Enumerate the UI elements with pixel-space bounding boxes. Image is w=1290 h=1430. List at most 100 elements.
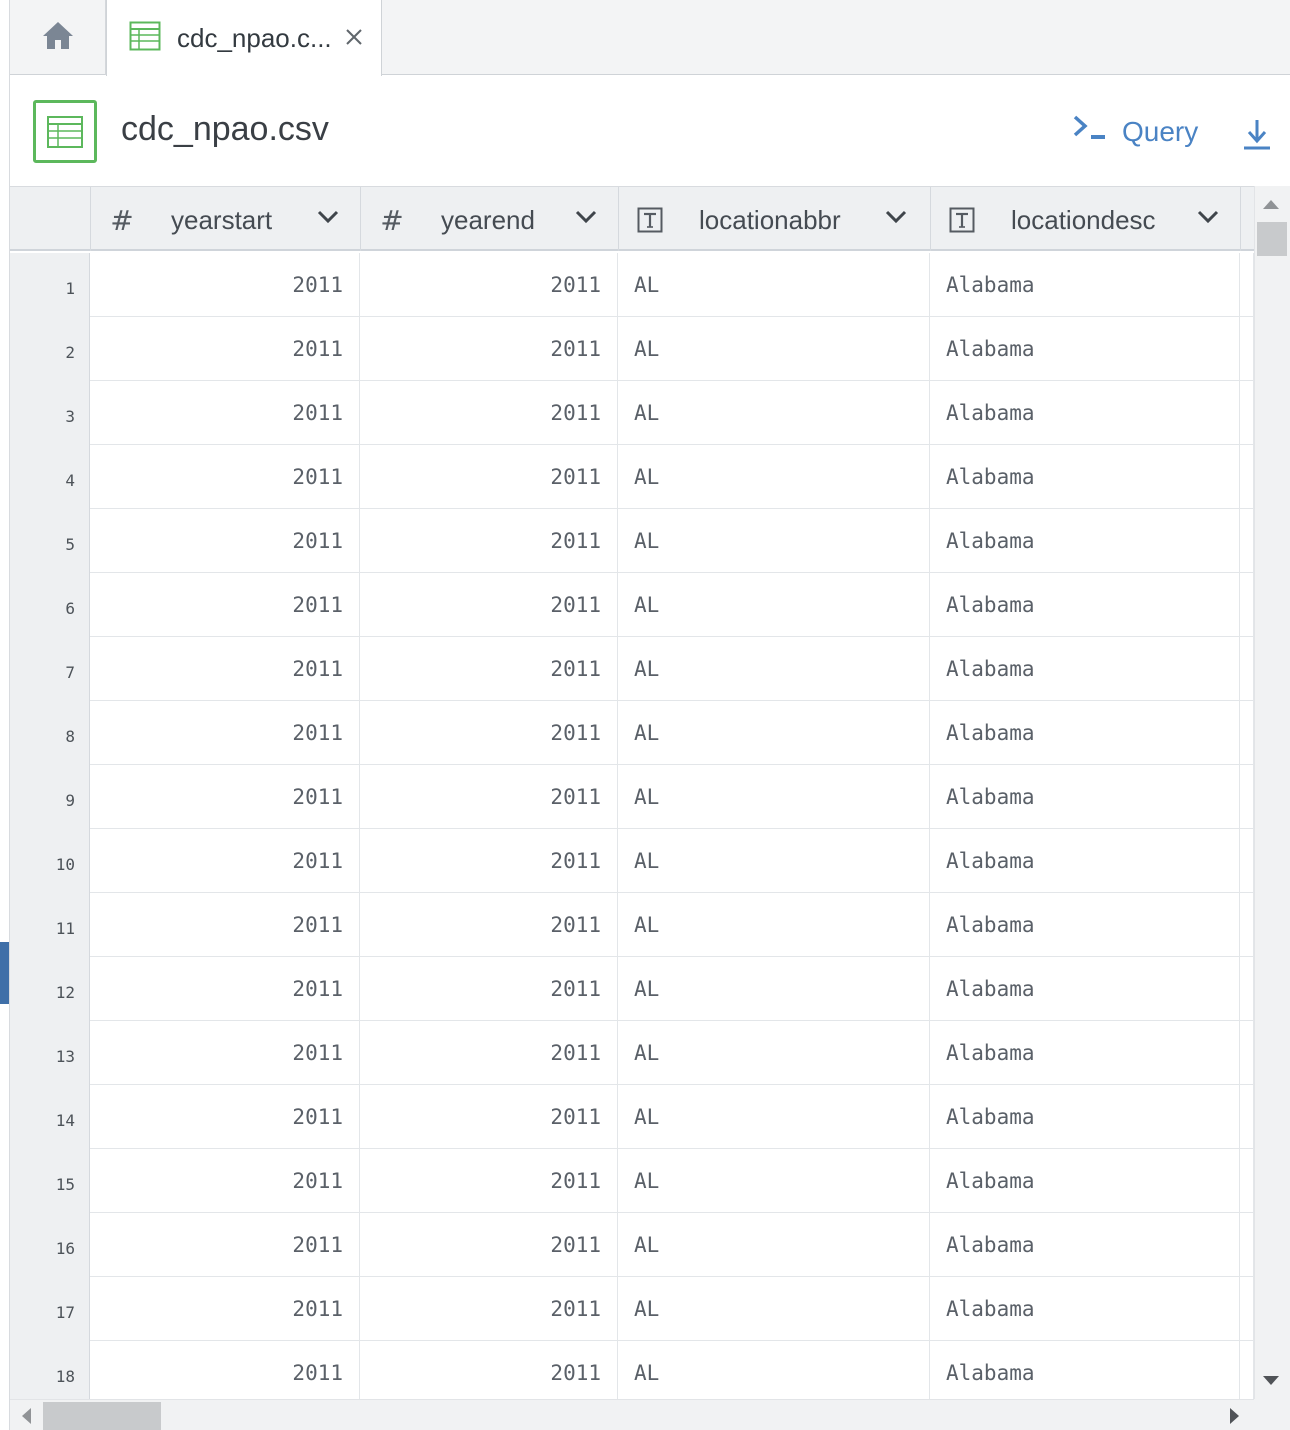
table-cell-yearend[interactable]: 2011 — [360, 509, 618, 573]
table-cell-yearstart[interactable]: 2011 — [90, 1213, 360, 1277]
table-row[interactable]: 3 2011 2011 AL Alabama — [10, 381, 1254, 445]
table-cell-yearend[interactable]: 2011 — [360, 829, 618, 893]
table-cell-locationdesc[interactable]: Alabama — [930, 1341, 1240, 1399]
table-cell-locationdesc[interactable]: Alabama — [930, 1213, 1240, 1277]
close-icon[interactable] — [341, 24, 367, 50]
table-cell-locationabbr[interactable]: AL — [618, 1213, 930, 1277]
table-cell-locationabbr[interactable]: AL — [618, 1341, 930, 1399]
table-cell-yearstart[interactable]: 2011 — [90, 765, 360, 829]
table-row[interactable]: 8 2011 2011 AL Alabama — [10, 701, 1254, 765]
table-cell-locationdesc[interactable]: Alabama — [930, 765, 1240, 829]
table-cell-locationabbr[interactable]: AL — [618, 701, 930, 765]
table-cell-yearend[interactable]: 2011 — [360, 1341, 618, 1399]
table-cell-locationdesc[interactable]: Alabama — [930, 1277, 1240, 1341]
table-cell-locationabbr[interactable]: AL — [618, 1085, 930, 1149]
column-header-yearstart[interactable]: # yearstart — [90, 187, 360, 251]
scroll-left-arrow-icon[interactable] — [22, 1408, 31, 1424]
table-cell-locationdesc[interactable]: Alabama — [930, 637, 1240, 701]
chevron-down-icon[interactable] — [317, 209, 339, 225]
table-cell-locationdesc[interactable]: Alabama — [930, 573, 1240, 637]
table-cell-yearstart[interactable]: 2011 — [90, 1341, 360, 1399]
table-row[interactable]: 2 2011 2011 AL Alabama — [10, 317, 1254, 381]
table-cell-yearend[interactable]: 2011 — [360, 1021, 618, 1085]
table-cell-locationdesc[interactable]: Alabama — [930, 893, 1240, 957]
table-cell-locationabbr[interactable]: AL — [618, 445, 930, 509]
table-cell-yearstart[interactable]: 2011 — [90, 829, 360, 893]
table-row[interactable]: 17 2011 2011 AL Alabama — [10, 1277, 1254, 1341]
table-cell-yearend[interactable]: 2011 — [360, 1213, 618, 1277]
table-cell-locationabbr[interactable]: AL — [618, 637, 930, 701]
table-cell-locationabbr[interactable]: AL — [618, 509, 930, 573]
table-row[interactable]: 12 2011 2011 AL Alabama — [10, 957, 1254, 1021]
vertical-scroll-thumb[interactable] — [1257, 222, 1287, 256]
table-cell-locationdesc[interactable]: Alabama — [930, 445, 1240, 509]
table-cell-yearstart[interactable]: 2011 — [90, 573, 360, 637]
horizontal-scrollbar[interactable] — [10, 1399, 1254, 1430]
table-cell-locationabbr[interactable]: AL — [618, 253, 930, 317]
column-header-yearend[interactable]: # yearend — [360, 187, 618, 251]
table-cell-yearstart[interactable]: 2011 — [90, 637, 360, 701]
table-cell-yearstart[interactable]: 2011 — [90, 1021, 360, 1085]
table-cell-yearend[interactable]: 2011 — [360, 765, 618, 829]
scroll-up-arrow-icon[interactable] — [1263, 200, 1279, 209]
table-cell-locationabbr[interactable]: AL — [618, 1277, 930, 1341]
query-button[interactable]: Query — [1072, 114, 1198, 149]
table-cell-locationabbr[interactable]: AL — [618, 1021, 930, 1085]
table-cell-locationdesc[interactable]: Alabama — [930, 1149, 1240, 1213]
table-cell-locationdesc[interactable]: Alabama — [930, 1085, 1240, 1149]
table-cell-yearstart[interactable]: 2011 — [90, 381, 360, 445]
table-cell-yearend[interactable]: 2011 — [360, 701, 618, 765]
table-cell-yearend[interactable]: 2011 — [360, 1085, 618, 1149]
table-cell-locationabbr[interactable]: AL — [618, 893, 930, 957]
table-cell-locationabbr[interactable]: AL — [618, 381, 930, 445]
table-row[interactable]: 7 2011 2011 AL Alabama — [10, 637, 1254, 701]
table-cell-yearstart[interactable]: 2011 — [90, 509, 360, 573]
table-cell-locationdesc[interactable]: Alabama — [930, 381, 1240, 445]
table-row[interactable]: 15 2011 2011 AL Alabama — [10, 1149, 1254, 1213]
scroll-right-arrow-icon[interactable] — [1230, 1408, 1239, 1424]
download-icon[interactable] — [1242, 118, 1272, 152]
table-cell-locationdesc[interactable]: Alabama — [930, 957, 1240, 1021]
table-cell-locationdesc[interactable]: Alabama — [930, 317, 1240, 381]
table-row[interactable]: 4 2011 2011 AL Alabama — [10, 445, 1254, 509]
table-cell-locationabbr[interactable]: AL — [618, 957, 930, 1021]
table-cell-locationdesc[interactable]: Alabama — [930, 1021, 1240, 1085]
table-cell-locationdesc[interactable]: Alabama — [930, 701, 1240, 765]
table-row[interactable]: 10 2011 2011 AL Alabama — [10, 829, 1254, 893]
table-cell-yearend[interactable]: 2011 — [360, 957, 618, 1021]
table-row[interactable]: 9 2011 2011 AL Alabama — [10, 765, 1254, 829]
table-cell-locationabbr[interactable]: AL — [618, 317, 930, 381]
table-cell-yearstart[interactable]: 2011 — [90, 1149, 360, 1213]
table-cell-yearstart[interactable]: 2011 — [90, 1085, 360, 1149]
table-cell-yearend[interactable]: 2011 — [360, 573, 618, 637]
scroll-down-arrow-icon[interactable] — [1263, 1376, 1279, 1385]
table-cell-locationabbr[interactable]: AL — [618, 829, 930, 893]
vertical-scrollbar[interactable] — [1254, 186, 1290, 1399]
table-cell-yearstart[interactable]: 2011 — [90, 445, 360, 509]
table-cell-yearend[interactable]: 2011 — [360, 445, 618, 509]
table-cell-yearend[interactable]: 2011 — [360, 1149, 618, 1213]
table-cell-yearend[interactable]: 2011 — [360, 893, 618, 957]
table-cell-locationdesc[interactable]: Alabama — [930, 253, 1240, 317]
table-row[interactable]: 13 2011 2011 AL Alabama — [10, 1021, 1254, 1085]
column-header-locationabbr[interactable]: locationabbr — [618, 187, 930, 251]
table-row[interactable]: 5 2011 2011 AL Alabama — [10, 509, 1254, 573]
table-row[interactable]: 1 2011 2011 AL Alabama — [10, 253, 1254, 317]
tab-cdc-npao[interactable]: cdc_npao.c... — [106, 0, 382, 76]
table-row[interactable]: 18 2011 2011 AL Alabama — [10, 1341, 1254, 1399]
table-cell-locationabbr[interactable]: AL — [618, 765, 930, 829]
table-cell-yearend[interactable]: 2011 — [360, 253, 618, 317]
table-cell-yearstart[interactable]: 2011 — [90, 701, 360, 765]
home-tab[interactable] — [10, 0, 106, 75]
table-cell-yearstart[interactable]: 2011 — [90, 317, 360, 381]
table-cell-yearend[interactable]: 2011 — [360, 317, 618, 381]
chevron-down-icon[interactable] — [575, 209, 597, 225]
column-header-locationdesc[interactable]: locationdesc — [930, 187, 1240, 251]
chevron-down-icon[interactable] — [885, 209, 907, 225]
table-cell-yearstart[interactable]: 2011 — [90, 1277, 360, 1341]
table-cell-locationabbr[interactable]: AL — [618, 573, 930, 637]
table-cell-yearstart[interactable]: 2011 — [90, 253, 360, 317]
table-cell-locationdesc[interactable]: Alabama — [930, 829, 1240, 893]
table-cell-locationabbr[interactable]: AL — [618, 1149, 930, 1213]
table-cell-yearend[interactable]: 2011 — [360, 637, 618, 701]
